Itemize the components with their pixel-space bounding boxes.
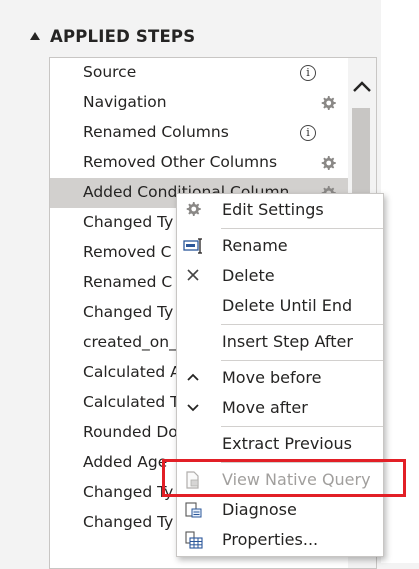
collapse-triangle-icon[interactable]	[30, 32, 40, 40]
rename-icon	[183, 238, 202, 254]
menu-diagnose[interactable]: Diagnose	[177, 495, 383, 525]
menu-move-after[interactable]: Move after	[177, 393, 383, 423]
menu-label: Properties...	[222, 530, 319, 549]
info-icon[interactable]: i	[300, 125, 316, 141]
step-label: Removed Other Columns	[83, 153, 278, 171]
applied-steps-header[interactable]: APPLIED STEPS	[30, 24, 195, 48]
delete-x-icon	[187, 269, 199, 281]
gear-icon[interactable]	[319, 154, 337, 172]
gear-icon[interactable]	[319, 94, 337, 112]
menu-separator	[221, 426, 383, 427]
menu-separator	[221, 360, 383, 361]
menu-label: Delete Until End	[222, 296, 353, 315]
menu-label: Rename	[222, 236, 288, 255]
menu-label: Delete	[222, 266, 275, 285]
menu-label: Edit Settings	[222, 200, 324, 219]
diagnose-icon	[185, 502, 202, 518]
step-label: Changed Ty	[83, 483, 174, 501]
step-source[interactable]: Source i	[50, 58, 348, 88]
menu-delete-until-end[interactable]: Delete Until End	[177, 291, 383, 321]
menu-insert-step-after[interactable]: Insert Step After	[177, 327, 383, 357]
applied-steps-title: APPLIED STEPS	[50, 26, 196, 46]
menu-label: Extract Previous	[222, 434, 353, 453]
step-navigation[interactable]: Navigation	[50, 88, 348, 118]
chevron-down-icon	[187, 404, 199, 412]
step-label: Removed C	[83, 243, 172, 261]
step-context-menu: Edit Settings Rename Delete Delete Until…	[176, 193, 384, 557]
menu-label: Insert Step After	[222, 332, 353, 351]
menu-move-before[interactable]: Move before	[177, 363, 383, 393]
step-label: Calculated T	[83, 393, 180, 411]
step-label: Rounded Do	[83, 423, 178, 441]
step-label: Calculated A	[83, 363, 181, 381]
menu-separator	[221, 324, 383, 325]
menu-delete[interactable]: Delete	[177, 261, 383, 291]
step-renamed-columns[interactable]: Renamed Columns i	[50, 118, 348, 148]
menu-label: Move after	[222, 398, 308, 417]
menu-separator	[221, 228, 383, 229]
step-label: Renamed Columns	[83, 123, 229, 141]
menu-extract-previous[interactable]: Extract Previous	[177, 429, 383, 459]
step-label: Navigation	[83, 93, 167, 111]
step-removed-other-columns[interactable]: Removed Other Columns	[50, 148, 348, 178]
step-label: Changed Ty	[83, 513, 174, 531]
step-label: created_on_	[83, 333, 177, 351]
info-icon[interactable]: i	[300, 65, 316, 81]
step-label: Changed Ty	[83, 303, 174, 321]
menu-label: Diagnose	[222, 500, 297, 519]
step-label: Source	[83, 63, 137, 81]
menu-rename[interactable]: Rename	[177, 231, 383, 261]
properties-icon	[185, 531, 203, 549]
step-label: Renamed C	[83, 273, 173, 291]
step-label: Added Age	[83, 453, 168, 471]
scroll-up-chevron-icon[interactable]	[348, 72, 376, 100]
chevron-up-icon	[187, 373, 199, 381]
menu-edit-settings[interactable]: Edit Settings	[177, 195, 383, 225]
step-label: Changed Ty	[83, 213, 174, 231]
gear-icon	[186, 202, 201, 216]
highlight-annotation-box	[162, 459, 406, 497]
menu-label: Move before	[222, 368, 322, 387]
menu-properties[interactable]: Properties...	[177, 525, 383, 555]
